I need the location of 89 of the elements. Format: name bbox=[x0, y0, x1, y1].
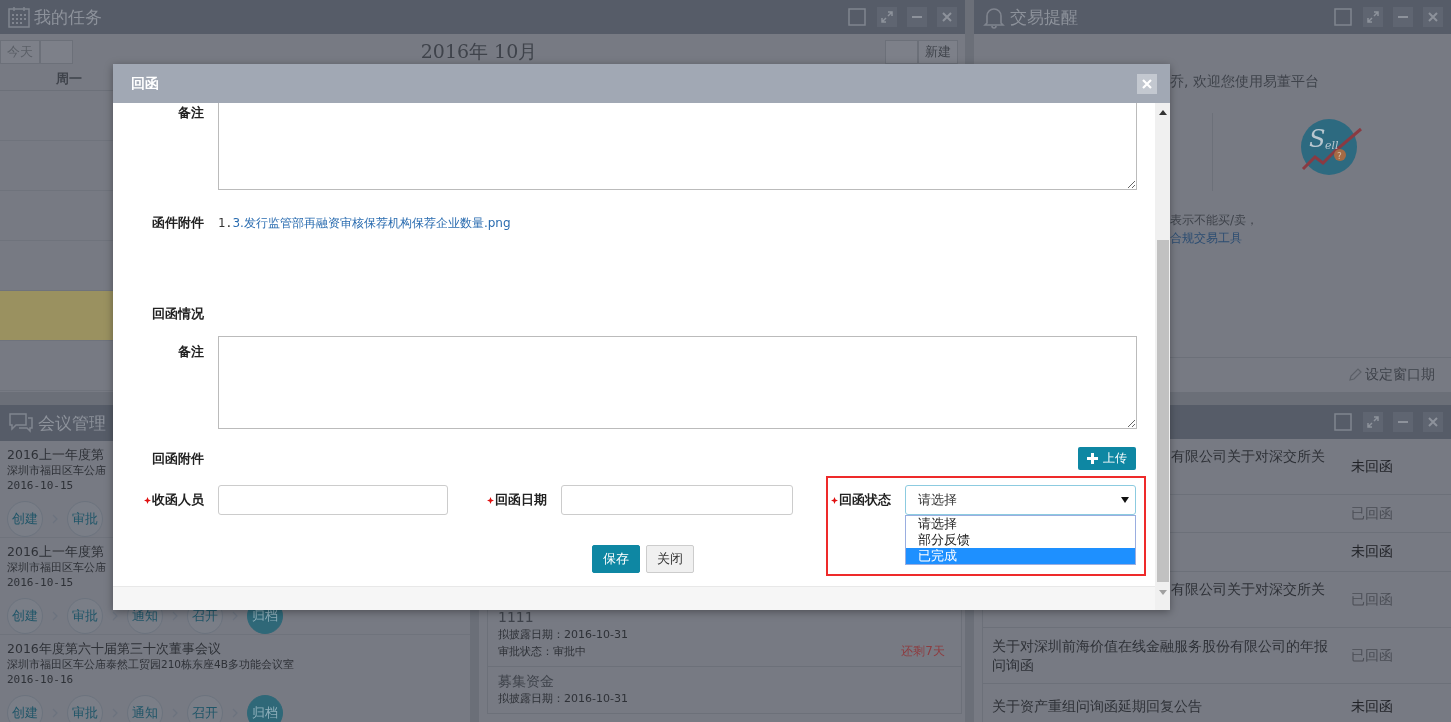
scroll-up-icon bbox=[1158, 110, 1167, 115]
chat-icon bbox=[8, 412, 34, 434]
meeting-date: 2016-10-15 bbox=[7, 575, 74, 590]
field-label: 回函状态 bbox=[839, 491, 891, 509]
meeting-date: 2016-10-16 bbox=[7, 672, 74, 687]
close-icon bbox=[941, 11, 953, 23]
remark-field[interactable] bbox=[218, 336, 1137, 429]
field-label: 回函附件 bbox=[152, 449, 204, 468]
letter-title: 有限公司关于对深交所关 bbox=[1171, 580, 1326, 599]
step-button[interactable]: 通知 bbox=[127, 695, 163, 722]
upload-button[interactable]: 上传 bbox=[1078, 447, 1136, 470]
close-icon bbox=[1427, 11, 1439, 23]
expand-icon bbox=[881, 11, 893, 23]
expand-icon bbox=[1367, 416, 1379, 428]
chevron-icon bbox=[231, 611, 239, 621]
minimize-button[interactable] bbox=[907, 7, 927, 27]
field-label: 函件附件 bbox=[151, 214, 204, 232]
minimize-button[interactable] bbox=[1393, 412, 1413, 432]
expand-button[interactable] bbox=[1363, 7, 1383, 27]
meeting-location: 深圳市福田区车公庙 bbox=[7, 560, 106, 575]
square-icon bbox=[1334, 8, 1352, 26]
square-icon bbox=[1334, 413, 1352, 431]
close-button[interactable] bbox=[937, 7, 957, 27]
square-icon bbox=[848, 8, 866, 26]
compliance-tool-link[interactable]: 合规交易工具 bbox=[1170, 230, 1451, 247]
step-button[interactable]: 创建 bbox=[7, 695, 43, 722]
close-icon bbox=[1427, 416, 1439, 428]
close-icon bbox=[1142, 78, 1152, 89]
approval-status: 审批状态：审批中 bbox=[498, 644, 586, 660]
letter-title: 有限公司关于对深交所关 bbox=[1171, 447, 1326, 466]
new-button[interactable]: 新建 bbox=[918, 40, 958, 64]
save-button[interactable]: 保存 bbox=[592, 545, 640, 573]
reply-status: 未回函 bbox=[1351, 457, 1394, 476]
field-label: 回函日期 bbox=[495, 491, 547, 509]
dialog-title: 回函 bbox=[131, 74, 160, 93]
item-title: 1111 bbox=[498, 608, 535, 626]
step-button[interactable]: 审批 bbox=[67, 598, 103, 634]
calendar-icon bbox=[8, 6, 30, 28]
step-button[interactable]: 召开 bbox=[187, 695, 223, 722]
caret-icon bbox=[1121, 497, 1129, 503]
step-button[interactable]: 审批 bbox=[67, 695, 103, 722]
field-label: 备注 bbox=[177, 104, 204, 122]
close-button[interactable] bbox=[1423, 7, 1443, 27]
reply-status: 未回函 bbox=[1351, 543, 1394, 561]
letter-title: 关于对深圳前海价值在线金融服务股份有限公司的年报问询函 bbox=[992, 636, 1329, 675]
remark-field[interactable] bbox=[218, 103, 1137, 190]
close-button[interactable] bbox=[1423, 412, 1443, 432]
disclosure-date: 拟披露日期：2016-10-31 bbox=[498, 627, 629, 643]
scroll-down-icon bbox=[1158, 590, 1167, 595]
attachment-index: 1. bbox=[218, 216, 233, 230]
text-field[interactable] bbox=[218, 485, 448, 515]
minimize-button[interactable] bbox=[1393, 7, 1413, 27]
window-toggle-button[interactable] bbox=[1333, 412, 1353, 432]
plus-icon bbox=[1087, 453, 1098, 464]
disclosure-date: 拟披露日期：2016-10-31 bbox=[498, 691, 629, 707]
month-title: 2016年 10月 bbox=[419, 39, 539, 64]
letter-title: 关于资产重组问询函延期回复公告 bbox=[992, 697, 1203, 716]
step-button[interactable]: 审批 bbox=[67, 501, 103, 537]
meeting-date: 2016-10-15 bbox=[7, 478, 74, 493]
expand-icon bbox=[1367, 11, 1379, 23]
field-label: 收函人员 bbox=[152, 491, 204, 509]
status-select[interactable]: 请选择 bbox=[905, 485, 1136, 515]
step-button[interactable]: 创建 bbox=[7, 598, 43, 634]
dropdown-option[interactable]: 部分反馈 bbox=[906, 532, 1135, 548]
chevron-icon bbox=[111, 611, 119, 621]
bell-icon bbox=[982, 5, 1006, 29]
reply-status: 未回函 bbox=[1351, 697, 1394, 716]
close-button[interactable] bbox=[1137, 73, 1157, 94]
meeting-location: 深圳市福田区车公庙 bbox=[7, 463, 106, 478]
window-toggle-button[interactable] bbox=[847, 7, 867, 27]
dropdown-option[interactable]: 请选择 bbox=[906, 516, 1135, 532]
days-remaining: 还剩7天 bbox=[901, 643, 945, 660]
text-field[interactable] bbox=[561, 485, 793, 515]
step-button[interactable]: 创建 bbox=[7, 501, 43, 537]
scrollbar-thumb[interactable] bbox=[1156, 240, 1169, 582]
field-label: 备注 bbox=[177, 343, 204, 361]
close-dialog-button[interactable]: 关闭 bbox=[646, 545, 694, 573]
pencil-icon bbox=[1348, 368, 1362, 382]
section-heading: 回函情况 bbox=[152, 305, 205, 323]
calendar-nav-button[interactable] bbox=[885, 40, 918, 64]
expand-button[interactable] bbox=[877, 7, 897, 27]
chevron-icon bbox=[171, 611, 179, 621]
meeting-location: 深圳市福田区车公庙泰然工贸园210栋东座4B多功能会议室 bbox=[7, 657, 294, 672]
step-button[interactable]: 归档 bbox=[247, 695, 283, 722]
dropdown-option[interactable]: 已完成 bbox=[906, 548, 1135, 564]
attachment-link[interactable]: 3.发行监管部再融资审核保荐机构保荐企业数量.png bbox=[232, 216, 511, 230]
window-toggle-button[interactable] bbox=[1333, 7, 1353, 27]
meeting-title: 2016年度第六十届第三十次董事会议 bbox=[7, 640, 221, 657]
expand-button[interactable] bbox=[1363, 412, 1383, 432]
